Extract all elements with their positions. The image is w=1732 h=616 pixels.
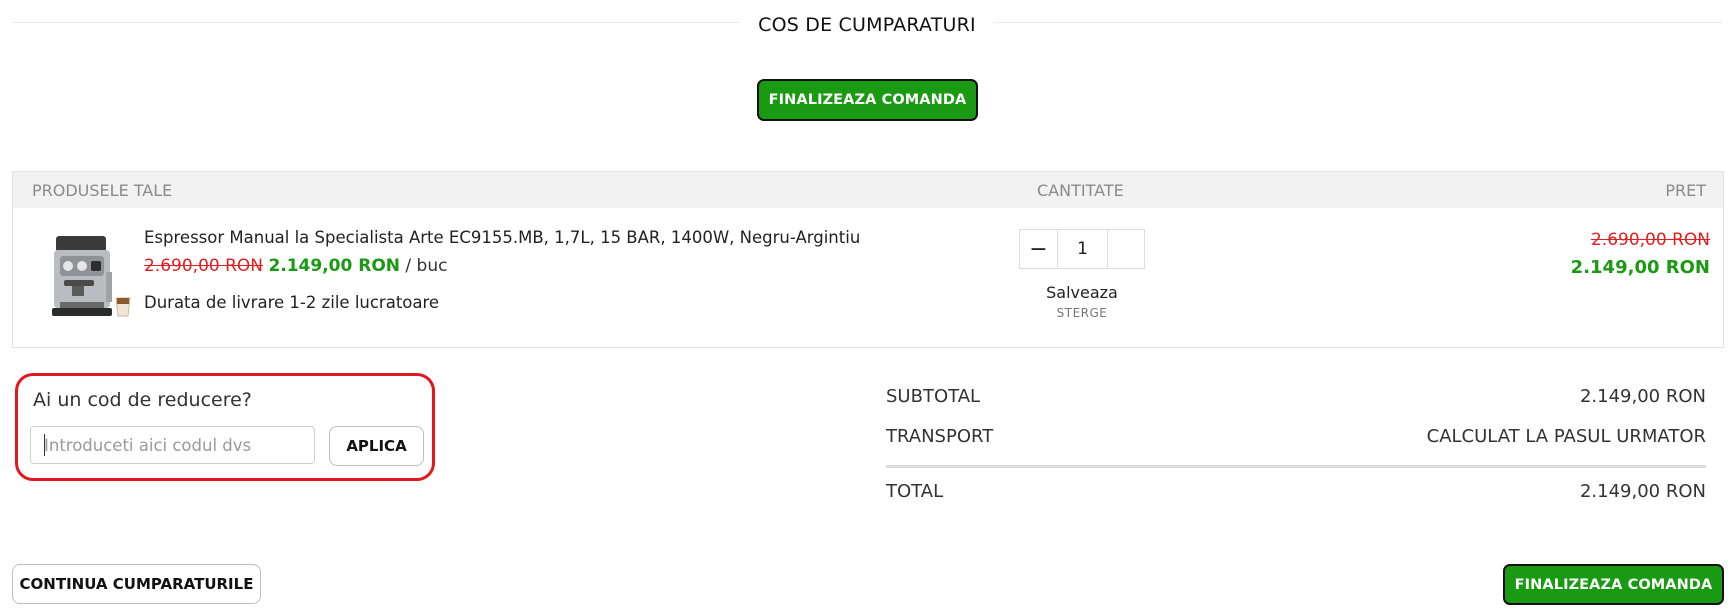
line-old-price: 2.690,00 RON [1590,230,1710,250]
quantity-value[interactable]: 1 [1058,230,1108,268]
header-products: PRODUSELE TALE [32,181,173,200]
discount-title: Ai un cod de reducere? [33,389,252,411]
total-value: 2.149,00 RON [1579,481,1706,502]
shipping-label: TRANSPORT [886,426,994,447]
decrease-quantity-button[interactable]: − [1020,230,1058,268]
page-title: COS DE CUMPARATURI [758,14,976,36]
text-caret [44,434,45,456]
total-label: TOTAL [886,481,944,502]
subtotal-label: SUBTOTAL [886,386,981,407]
product-old-price: 2.690,00 RON [144,256,264,276]
quantity-stepper: − 1 [1019,229,1145,269]
product-name[interactable]: Espressor Manual la Specialista Arte EC9… [144,228,860,247]
shipping-value: CALCULAT LA PASUL URMATOR [1426,426,1706,447]
totals-divider [886,465,1706,468]
title-divider-right [994,22,1722,23]
product-unit: / buc [405,256,448,276]
cart-table: PRODUSELE TALE CANTITATE PRET Espressor … [12,171,1724,348]
title-divider-left [12,22,740,23]
espresso-machine-image[interactable] [46,232,136,328]
delivery-time: Durata de livrare 1-2 zile lucratoare [144,293,440,312]
discount-code-input[interactable] [30,426,315,464]
minus-icon: − [1029,236,1048,262]
apply-discount-button[interactable]: APLICA [329,426,424,466]
product-new-price: 2.149,00 RON [268,256,401,276]
delete-item-link[interactable]: STERGE [1019,306,1145,320]
checkout-button-top[interactable]: FINALIZEAZA COMANDA [757,79,978,121]
save-for-later-link[interactable]: Salveaza [1019,283,1145,302]
discount-code-section: Ai un cod de reducere? APLICA [15,373,435,481]
header-quantity: CANTITATE [1037,181,1124,200]
continue-shopping-button[interactable]: CONTINUA CUMPARATURILE [12,564,261,604]
subtotal-value: 2.149,00 RON [1579,386,1706,407]
checkout-button-bottom[interactable]: FINALIZEAZA COMANDA [1503,564,1724,605]
product-price-line: 2.690,00 RON 2.149,00 RON / buc [144,256,447,276]
increase-quantity-button[interactable] [1108,230,1144,268]
header-price: PRET [1665,181,1706,200]
cart-table-header: PRODUSELE TALE CANTITATE PRET [13,172,1723,208]
line-new-price: 2.149,00 RON [1570,257,1710,278]
